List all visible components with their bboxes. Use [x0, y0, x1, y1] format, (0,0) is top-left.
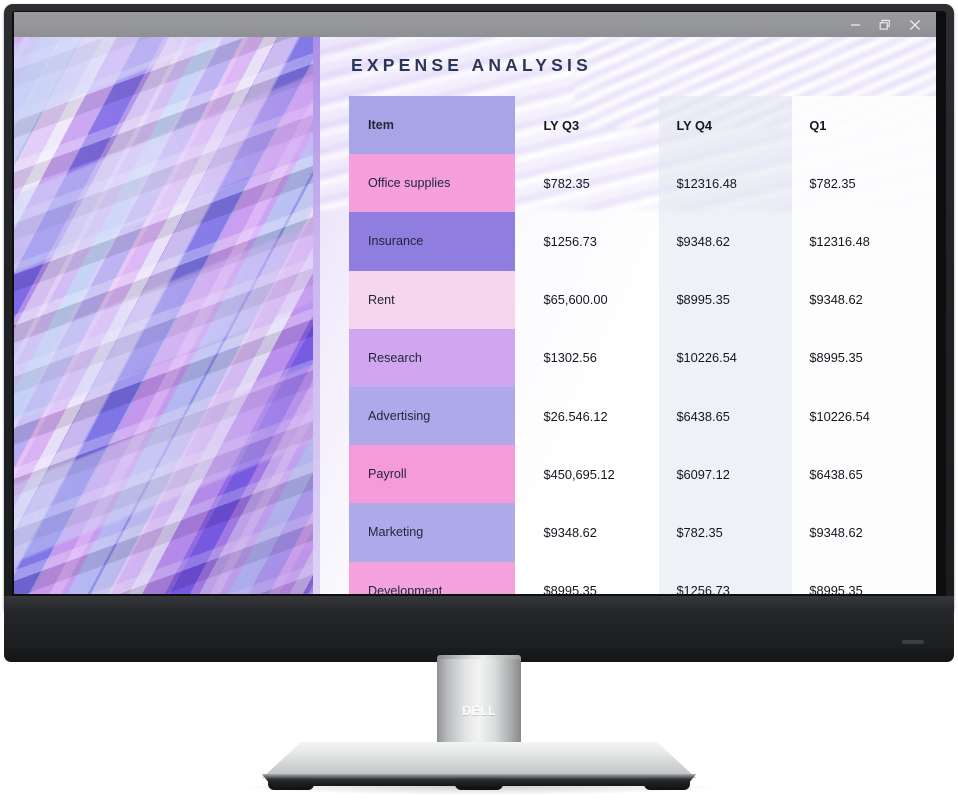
cell-value: $9348.62 — [809, 524, 863, 540]
table-header-row: Item LY Q3 LY Q4 Q1 — [313, 96, 936, 155]
table-row[interactable]: Rent $65,600.00 $8995.35 $9348.62 — [313, 270, 936, 329]
table-row[interactable]: Development $8995.35 $1256.73 $8995.35 — [313, 561, 936, 594]
row-item-swatch: Insurance — [349, 212, 515, 271]
row-item-label: Rent — [368, 292, 395, 307]
cell-ly-q4: $1256.73 — [659, 561, 793, 594]
header-label-ly-q4: LY Q4 — [676, 117, 713, 133]
cell-ly-q3: $9348.62 — [527, 503, 660, 561]
cell-value: $8995.35 — [676, 292, 730, 308]
cell-q1: $8995.35 — [792, 328, 936, 387]
cell-value: $1256.73 — [543, 233, 597, 249]
header-label-ly-q3: LY Q3 — [543, 117, 580, 133]
row-item-swatch: Advertising — [349, 386, 515, 446]
header-label-q1: Q1 — [809, 117, 827, 133]
cell-ly-q3: $26.546.12 — [527, 387, 660, 445]
row-item-swatch: Rent — [349, 270, 515, 329]
row-item-label: Office supplies — [368, 176, 451, 191]
cell-value: $782.35 — [676, 524, 723, 540]
desktop-wallpaper — [14, 12, 313, 594]
cell-value: $6438.65 — [809, 466, 863, 482]
row-item-label: Development — [368, 583, 443, 594]
cell-q1: $782.35 — [792, 154, 936, 213]
header-cell-q1: Q1 — [792, 96, 936, 155]
cell-ly-q4: $12316.48 — [659, 154, 793, 213]
row-item-label: Payroll — [368, 467, 407, 482]
dell-monitor: EXPENSE ANALYSIS Item LY Q3 LY Q4 Q1 Off… — [0, 0, 958, 800]
minimize-icon[interactable] — [840, 12, 870, 37]
row-item-label: Insurance — [368, 234, 424, 249]
cell-q1: $10226.54 — [792, 386, 936, 446]
window-titlebar[interactable] — [14, 12, 936, 37]
row-item-swatch: Office supplies — [349, 154, 515, 213]
cell-ly-q3: $65,600.00 — [527, 271, 660, 329]
cell-value: $450,695.12 — [543, 466, 615, 482]
header-cell-item: Item — [349, 96, 515, 155]
cell-ly-q3: $8995.35 — [527, 562, 660, 594]
row-item-swatch: Research — [349, 328, 515, 387]
row-item-label: Marketing — [368, 525, 424, 540]
row-item-swatch: Marketing — [349, 503, 515, 562]
cell-ly-q4: $6097.12 — [659, 445, 793, 504]
header-cell-ly-q3: LY Q3 — [527, 96, 660, 154]
row-item-label: Research — [368, 350, 422, 365]
cell-value: $26.546.12 — [543, 408, 608, 424]
cell-q1: $8995.35 — [792, 561, 936, 594]
header-cell-ly-q4: LY Q4 — [659, 96, 793, 155]
cell-ly-q3: $1302.56 — [527, 329, 660, 387]
dell-logo: DELL — [462, 704, 496, 718]
cell-ly-q4: $8995.35 — [659, 270, 793, 329]
row-item-label: Advertising — [368, 409, 431, 424]
cell-ly-q4: $10226.54 — [659, 328, 793, 387]
cell-value: $8995.35 — [809, 350, 863, 366]
cell-value: $10226.54 — [676, 350, 737, 366]
monitor-bottom-chin — [4, 596, 954, 662]
cell-value: $10226.54 — [809, 408, 870, 424]
cell-value: $782.35 — [809, 175, 856, 191]
page-title: EXPENSE ANALYSIS — [351, 55, 592, 75]
monitor-power-indicator — [902, 640, 924, 644]
table-row[interactable]: Insurance $1256.73 $9348.62 $12316.48 — [313, 212, 936, 271]
cell-ly-q4: $9348.62 — [659, 212, 793, 271]
cell-value: $8995.35 — [809, 583, 863, 594]
cell-ly-q3: $782.35 — [527, 154, 660, 212]
cell-q1: $6438.65 — [792, 445, 936, 504]
table-row[interactable]: Payroll $450,695.12 $6097.12 $6438.65 — [313, 445, 936, 504]
table-row[interactable]: Advertising $26.546.12 $6438.65 $10226.5… — [313, 386, 936, 446]
cell-value: $6438.65 — [676, 408, 730, 424]
cell-q1: $12316.48 — [792, 212, 936, 271]
cell-value: $12316.48 — [809, 233, 870, 249]
cell-value: $9348.62 — [543, 524, 597, 540]
table-row[interactable]: Marketing $9348.62 $782.35 $9348.62 — [313, 503, 936, 562]
cell-value: $1302.56 — [543, 350, 597, 366]
cell-value: $6097.12 — [676, 466, 730, 482]
cell-ly-q4: $782.35 — [659, 503, 793, 562]
table-row[interactable]: Research $1302.56 $10226.54 $8995.35 — [313, 328, 936, 387]
restore-icon[interactable] — [870, 12, 900, 37]
cell-value: $65,600.00 — [543, 292, 608, 308]
row-item-swatch: Development — [349, 561, 515, 594]
expense-document: EXPENSE ANALYSIS Item LY Q3 LY Q4 Q1 Off… — [313, 12, 936, 594]
close-icon[interactable] — [900, 12, 930, 37]
header-label-item: Item — [368, 118, 394, 133]
cell-value: $8995.35 — [543, 583, 597, 594]
stand-shadow — [240, 786, 720, 795]
cell-q1: $9348.62 — [792, 503, 936, 562]
cell-ly-q3: $1256.73 — [527, 212, 660, 270]
cell-q1: $9348.62 — [792, 270, 936, 329]
cell-value: $782.35 — [543, 175, 590, 191]
stand-base-plate — [262, 742, 696, 778]
table-row[interactable]: Office supplies $782.35 $12316.48 $782.3… — [313, 154, 936, 213]
cell-value: $9348.62 — [676, 233, 730, 249]
row-item-swatch: Payroll — [349, 445, 515, 504]
cell-value: $9348.62 — [809, 292, 863, 308]
expense-table: Item LY Q3 LY Q4 Q1 Office supplies $782… — [313, 96, 936, 594]
cell-value: $1256.73 — [676, 583, 730, 594]
cell-ly-q3: $450,695.12 — [527, 445, 660, 503]
cell-ly-q4: $6438.65 — [659, 386, 793, 446]
monitor-screen: EXPENSE ANALYSIS Item LY Q3 LY Q4 Q1 Off… — [14, 12, 936, 594]
cell-value: $12316.48 — [676, 175, 737, 191]
